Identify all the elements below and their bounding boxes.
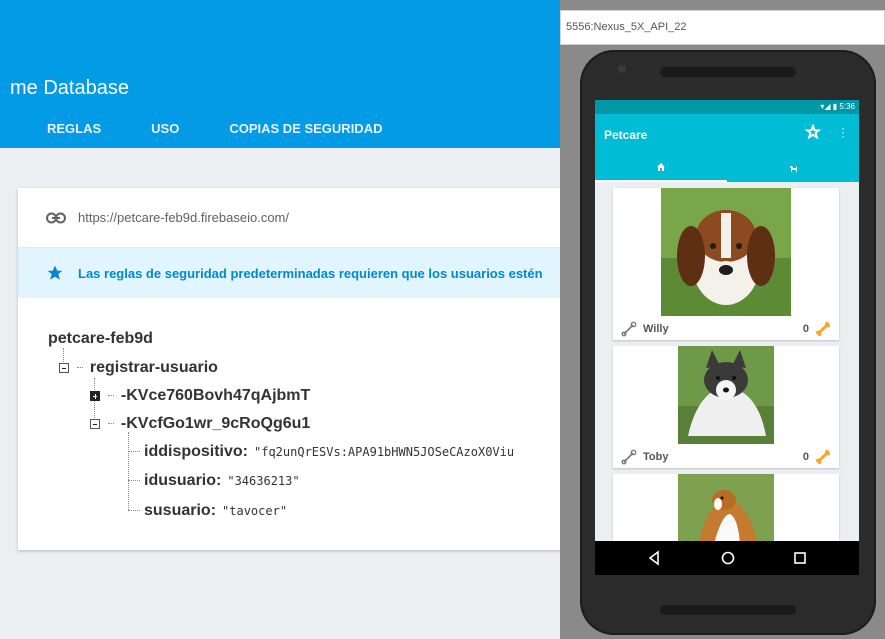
status-time: 5:36 <box>839 102 855 111</box>
list-item[interactable]: Willy 0 <box>613 188 839 340</box>
back-icon[interactable] <box>647 550 661 566</box>
tab-pets[interactable] <box>727 154 859 182</box>
security-notice: Las reglas de seguridad predeterminadas … <box>18 248 563 298</box>
signal-icon: ▾◢ ▮ <box>820 102 840 111</box>
tree-node-collapsed[interactable]: -KVce760Bovh47qAjbmT <box>90 387 310 405</box>
expand-toggle[interactable] <box>90 390 100 401</box>
dog-photo[interactable] <box>661 188 791 316</box>
camera-icon <box>618 65 626 73</box>
link-icon[interactable] <box>46 212 66 224</box>
favorite-star-icon[interactable] <box>803 122 823 142</box>
leash-icon[interactable] <box>621 449 637 465</box>
more-vert-icon[interactable]: · · · <box>841 122 845 142</box>
tab-copias-de-seguridad[interactable]: COPIAS DE SEGURIDAD <box>204 121 407 149</box>
app-tabs <box>595 154 859 182</box>
app-title: Petcare <box>604 128 648 142</box>
status-bar: ▾◢ ▮ 5:36 <box>595 100 859 114</box>
phone-screen: ▾◢ ▮ 5:36 Petcare · · · Willy 0 Toby 0 <box>595 100 859 575</box>
speaker-grille <box>660 67 796 77</box>
console-tabs: REGLAS USO COPIAS DE SEGURIDAD <box>0 121 407 149</box>
bone-count: 0 <box>802 323 809 335</box>
security-notice-text: Las reglas de seguridad predeterminadas … <box>78 265 543 281</box>
tree-root[interactable]: petcare-feb9d <box>48 330 153 348</box>
tree-field-susuario[interactable]: susuario: "tavocer" <box>144 502 287 520</box>
bone-icon[interactable] <box>815 449 831 465</box>
dog-photo[interactable] <box>678 346 774 444</box>
dog-name: Toby <box>643 451 669 463</box>
card-footer: Toby 0 <box>613 446 839 468</box>
tab-reglas[interactable]: REGLAS <box>0 121 126 149</box>
emulator-title: 5556:Nexus_5X_API_22 <box>566 21 687 33</box>
android-nav-bar <box>595 541 859 575</box>
home-icon <box>657 163 665 171</box>
dog-photo[interactable] <box>678 474 774 544</box>
database-url-row: https://petcare-feb9d.firebaseio.com/ <box>18 188 563 248</box>
console-topbar <box>0 0 560 60</box>
list-item[interactable]: Toby 0 <box>613 346 839 468</box>
recents-icon[interactable] <box>793 550 807 566</box>
emulator-titlebar[interactable]: 5556:Nexus_5X_API_22 <box>560 10 885 45</box>
collapse-toggle[interactable] <box>90 418 100 429</box>
database-url[interactable]: https://petcare-feb9d.firebaseio.com/ <box>78 210 289 225</box>
app-bar: Petcare · · · <box>595 114 859 154</box>
desktop: me Database REGLAS USO COPIAS DE SEGURID… <box>0 0 885 639</box>
bone-count: 0 <box>802 451 809 463</box>
tab-home[interactable] <box>595 154 727 182</box>
speaker-grille <box>660 605 796 615</box>
database-card: https://petcare-feb9d.firebaseio.com/ La… <box>18 188 563 550</box>
page-title: me Database <box>10 77 129 99</box>
tree-field-idusuario[interactable]: idusuario: "34636213" <box>144 472 300 490</box>
home-button-icon[interactable] <box>720 550 736 566</box>
tree-field-iddispositivo[interactable]: iddispositivo: "fq2unQrESVs:APA91bHWN5JOS… <box>144 443 514 461</box>
tree-node-expanded[interactable]: -KVcfGo1wr_9cRoQg6u1 <box>90 415 310 433</box>
dog-icon <box>790 166 797 172</box>
tab-uso[interactable]: USO <box>126 121 204 149</box>
collapse-toggle[interactable] <box>59 362 69 373</box>
card-footer: Willy 0 <box>613 318 839 340</box>
star-icon <box>47 265 63 280</box>
leash-icon[interactable] <box>621 321 637 337</box>
bone-icon[interactable] <box>815 321 831 337</box>
tree-node-registrar-usuario[interactable]: registrar-usuario <box>59 359 218 377</box>
dog-name: Willy <box>643 323 669 335</box>
